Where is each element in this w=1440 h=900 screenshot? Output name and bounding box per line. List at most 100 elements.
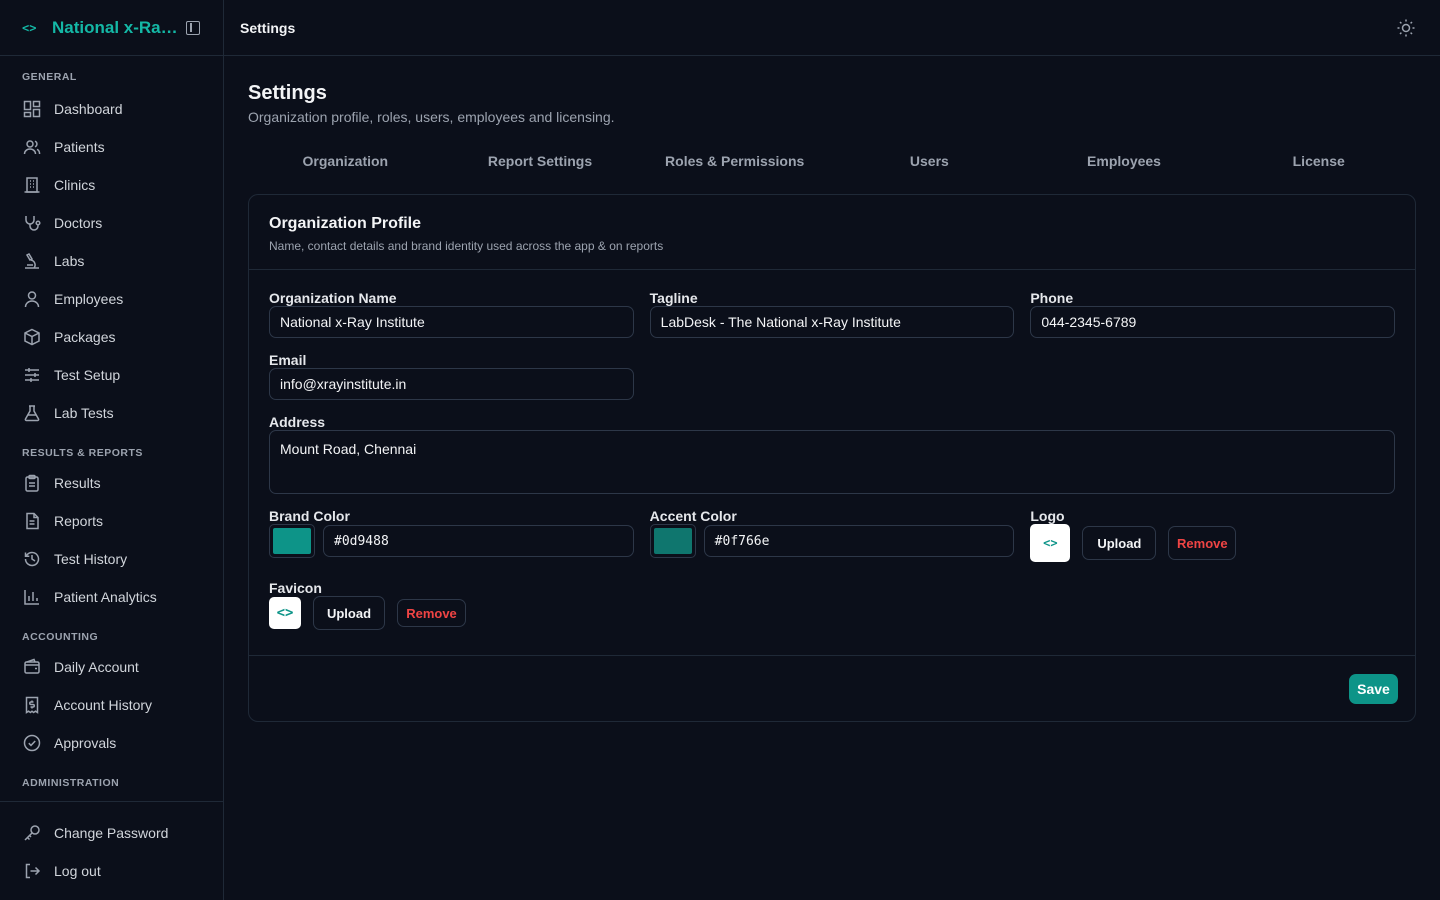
settings-content: Settings Organization profile, roles, us…	[224, 56, 1440, 722]
topbar-title: Settings	[240, 19, 296, 36]
sidebar-item-approvals[interactable]: Approvals	[0, 724, 223, 762]
sidebar-item-packages[interactable]: Packages	[0, 318, 223, 356]
tab-report-settings[interactable]: Report Settings	[443, 153, 638, 189]
favicon-preview-icon: <>	[269, 597, 301, 629]
flask-icon	[22, 403, 42, 423]
building-icon	[22, 175, 42, 195]
nav-section-accounting: ACCOUNTING	[22, 631, 99, 643]
theme-toggle-sun-icon[interactable]	[1396, 18, 1416, 38]
sidebar-item-label: Labs	[54, 253, 85, 269]
favicon-upload-button[interactable]: Upload	[313, 596, 385, 630]
organization-form: Organization Name National x-Ray Institu…	[249, 270, 1415, 656]
organization-profile-card: Organization Profile Name, contact detai…	[248, 194, 1416, 722]
bar-chart-icon	[22, 587, 42, 607]
settings-tabs: Organization Report Settings Roles & Per…	[248, 153, 1416, 189]
sidebar-item-daily-account[interactable]: Daily Account	[0, 648, 223, 686]
sidebar-item-label: Patients	[54, 139, 105, 155]
sidebar-item-label: Daily Account	[54, 659, 139, 675]
sidebar-item-doctors[interactable]: Doctors	[0, 204, 223, 242]
sidebar-item-change-password[interactable]: Change Password	[0, 814, 223, 852]
sidebar-item-label: Account History	[54, 697, 153, 713]
sidebar-item-label: Employees	[54, 291, 124, 307]
brand-color-input[interactable]: #0d9488	[323, 525, 634, 557]
card-subtitle: Name, contact details and brand identity…	[269, 239, 664, 253]
sidebar-item-labs[interactable]: Labs	[0, 242, 223, 280]
sidebar-item-label: Packages	[54, 329, 116, 345]
favicon-remove-button[interactable]: Remove	[397, 599, 466, 627]
tab-users[interactable]: Users	[832, 153, 1027, 189]
email-label: Email	[269, 352, 307, 368]
key-icon	[22, 823, 42, 843]
sidebar-item-log-out[interactable]: Log out	[0, 852, 223, 890]
sidebar-item-label: Change Password	[54, 825, 169, 841]
microscope-icon	[22, 251, 42, 271]
org-name-input[interactable]: National x-Ray Institute	[269, 306, 634, 338]
logo-upload-button[interactable]: Upload	[1082, 526, 1157, 560]
tagline-input[interactable]: LabDesk - The National x-Ray Institute	[649, 306, 1015, 338]
brand-color-picker[interactable]	[269, 524, 315, 558]
sidebar-item-label: Lab Tests	[54, 405, 114, 421]
nav-section-results: RESULTS & REPORTS	[22, 447, 143, 459]
check-circle-icon	[22, 733, 42, 753]
logo-label: Logo	[1030, 508, 1065, 524]
sidebar-item-label: Doctors	[54, 215, 103, 231]
clipboard-icon	[22, 473, 42, 493]
file-text-icon	[22, 511, 42, 531]
brand-header: <> National x-Ray Institute	[0, 0, 223, 56]
phone-label: Phone	[1030, 290, 1074, 306]
sidebar-footer: Change Password Log out	[0, 801, 223, 890]
log-out-icon	[22, 861, 42, 881]
save-button[interactable]: Save	[1349, 673, 1398, 704]
accent-color-input[interactable]: #0f766e	[703, 525, 1015, 557]
tagline-label: Tagline	[649, 290, 698, 306]
sidebar-item-test-history[interactable]: Test History	[0, 540, 223, 578]
brand-color-label: Brand Color	[269, 508, 350, 524]
main-area: Settings Settings Organization profile, …	[224, 0, 1440, 900]
topbar: Settings	[224, 0, 1440, 56]
wallet-icon	[22, 657, 42, 677]
email-input[interactable]: info@xrayinstitute.in	[269, 368, 634, 400]
sidebar-item-lab-tests[interactable]: Lab Tests	[0, 394, 223, 432]
page-subtitle: Organization profile, roles, users, empl…	[248, 109, 615, 125]
sidebar-item-patients[interactable]: Patients	[0, 128, 223, 166]
sidebar-item-label: Dashboard	[54, 101, 123, 117]
sidebar-item-test-setup[interactable]: Test Setup	[0, 356, 223, 394]
tab-roles-permissions[interactable]: Roles & Permissions	[637, 153, 832, 189]
user-icon	[22, 289, 42, 309]
dashboard-icon	[22, 99, 42, 119]
nav-section-general: GENERAL	[22, 71, 77, 83]
phone-input[interactable]: 044-2345-6789	[1030, 306, 1396, 338]
sidebar-item-clinics[interactable]: Clinics	[0, 166, 223, 204]
sidebar-item-label: Patient Analytics	[54, 589, 157, 605]
card-footer: Save	[249, 656, 1415, 721]
brand-name[interactable]: National x-Ray Institute	[52, 18, 180, 38]
address-label: Address	[269, 414, 326, 430]
logo-preview-icon: <>	[1030, 524, 1071, 562]
tab-employees[interactable]: Employees	[1027, 153, 1222, 189]
sidebar: <> National x-Ray Institute GENERAL Dash…	[0, 0, 224, 900]
sidebar-item-patient-analytics[interactable]: Patient Analytics	[0, 578, 223, 616]
brand-logo-icon: <>	[22, 20, 37, 35]
tab-organization[interactable]: Organization	[248, 153, 443, 189]
users-icon	[22, 137, 42, 157]
sidebar-item-account-history[interactable]: Account History	[0, 686, 223, 724]
sidebar-item-reports[interactable]: Reports	[0, 502, 223, 540]
sidebar-item-label: Results	[54, 475, 101, 491]
sidebar-item-employees[interactable]: Employees	[0, 280, 223, 318]
brand-color-swatch	[273, 528, 311, 554]
sidebar-item-label: Test Setup	[54, 367, 121, 383]
page-title: Settings	[248, 82, 327, 104]
address-textarea[interactable]: Mount Road, Chennai	[269, 430, 1395, 494]
sidebar-item-results[interactable]: Results	[0, 464, 223, 502]
accent-color-picker[interactable]	[649, 524, 696, 558]
package-icon	[22, 327, 42, 347]
sidebar-item-label: Approvals	[54, 735, 117, 751]
sidebar-item-dashboard[interactable]: Dashboard	[0, 90, 223, 128]
sidebar-item-label: Test History	[54, 551, 128, 567]
nav-section-administration: ADMINISTRATION	[22, 777, 120, 789]
tab-license[interactable]: License	[1221, 153, 1416, 189]
sidebar-collapse-icon[interactable]	[186, 20, 200, 35]
card-title: Organization Profile	[269, 215, 422, 232]
accent-color-label: Accent Color	[649, 508, 737, 524]
logo-remove-button[interactable]: Remove	[1168, 526, 1237, 560]
